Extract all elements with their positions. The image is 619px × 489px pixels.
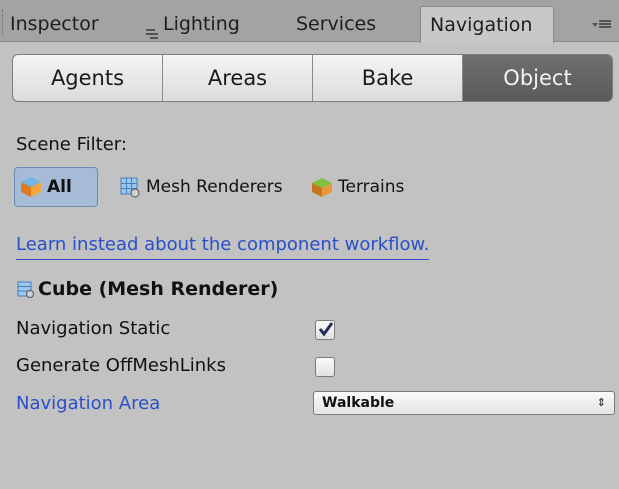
updown-arrows-icon: ⇕ bbox=[596, 396, 606, 409]
navigation-static-label: Navigation Static bbox=[16, 318, 171, 339]
navigation-static-checkbox[interactable] bbox=[315, 320, 335, 340]
tab-navigation[interactable]: Navigation bbox=[420, 6, 554, 43]
filter-label: Terrains bbox=[338, 177, 405, 197]
navigation-area-dropdown[interactable]: Walkable ⇕ bbox=[313, 391, 615, 415]
filter-all-button[interactable]: All bbox=[14, 167, 98, 207]
filter-terrains-button[interactable]: Terrains bbox=[310, 167, 404, 207]
navigation-area-label: Navigation Area bbox=[16, 393, 161, 414]
window-tab-bar: Inspector Lighting Services Navigation bbox=[0, 0, 619, 43]
checkmark-icon bbox=[318, 322, 334, 337]
object-heading: Cube (Mesh Renderer) bbox=[16, 278, 278, 300]
bake-button[interactable]: Bake bbox=[313, 55, 463, 101]
tab-inspector[interactable]: Inspector bbox=[10, 6, 99, 42]
tab-label: Services bbox=[296, 13, 377, 35]
scene-filter-label: Scene Filter: bbox=[16, 134, 127, 155]
mesh-renderer-icon bbox=[16, 279, 36, 299]
lighting-icon bbox=[145, 16, 159, 39]
tab-drag-grip[interactable] bbox=[2, 10, 6, 36]
object-title: Cube (Mesh Renderer) bbox=[38, 278, 279, 300]
tab-lighting[interactable]: Lighting bbox=[145, 6, 240, 42]
tab-label: Lighting bbox=[163, 13, 240, 35]
generate-offmeshlinks-checkbox[interactable] bbox=[315, 357, 335, 377]
agents-button[interactable]: Agents bbox=[13, 55, 163, 101]
component-workflow-link[interactable]: Learn instead about the component workfl… bbox=[16, 234, 430, 260]
areas-button[interactable]: Areas bbox=[163, 55, 313, 101]
navigation-mode-toolbar: Agents Areas Bake Object bbox=[12, 54, 613, 102]
mesh-renderer-icon bbox=[118, 175, 142, 199]
filter-label: Mesh Renderers bbox=[146, 177, 283, 197]
tab-options-menu-icon[interactable] bbox=[589, 12, 613, 34]
filter-mesh-renderers-button[interactable]: Mesh Renderers bbox=[118, 167, 283, 207]
tab-services[interactable]: Services bbox=[296, 6, 376, 42]
tab-label: Navigation bbox=[430, 14, 533, 36]
terrain-icon bbox=[310, 175, 334, 199]
cube-icon bbox=[19, 175, 43, 199]
tab-label: Inspector bbox=[10, 13, 99, 35]
object-button[interactable]: Object bbox=[463, 55, 612, 101]
navigation-area-value: Walkable bbox=[322, 395, 395, 411]
generate-offmeshlinks-label: Generate OffMeshLinks bbox=[16, 355, 226, 376]
filter-label: All bbox=[47, 177, 72, 197]
